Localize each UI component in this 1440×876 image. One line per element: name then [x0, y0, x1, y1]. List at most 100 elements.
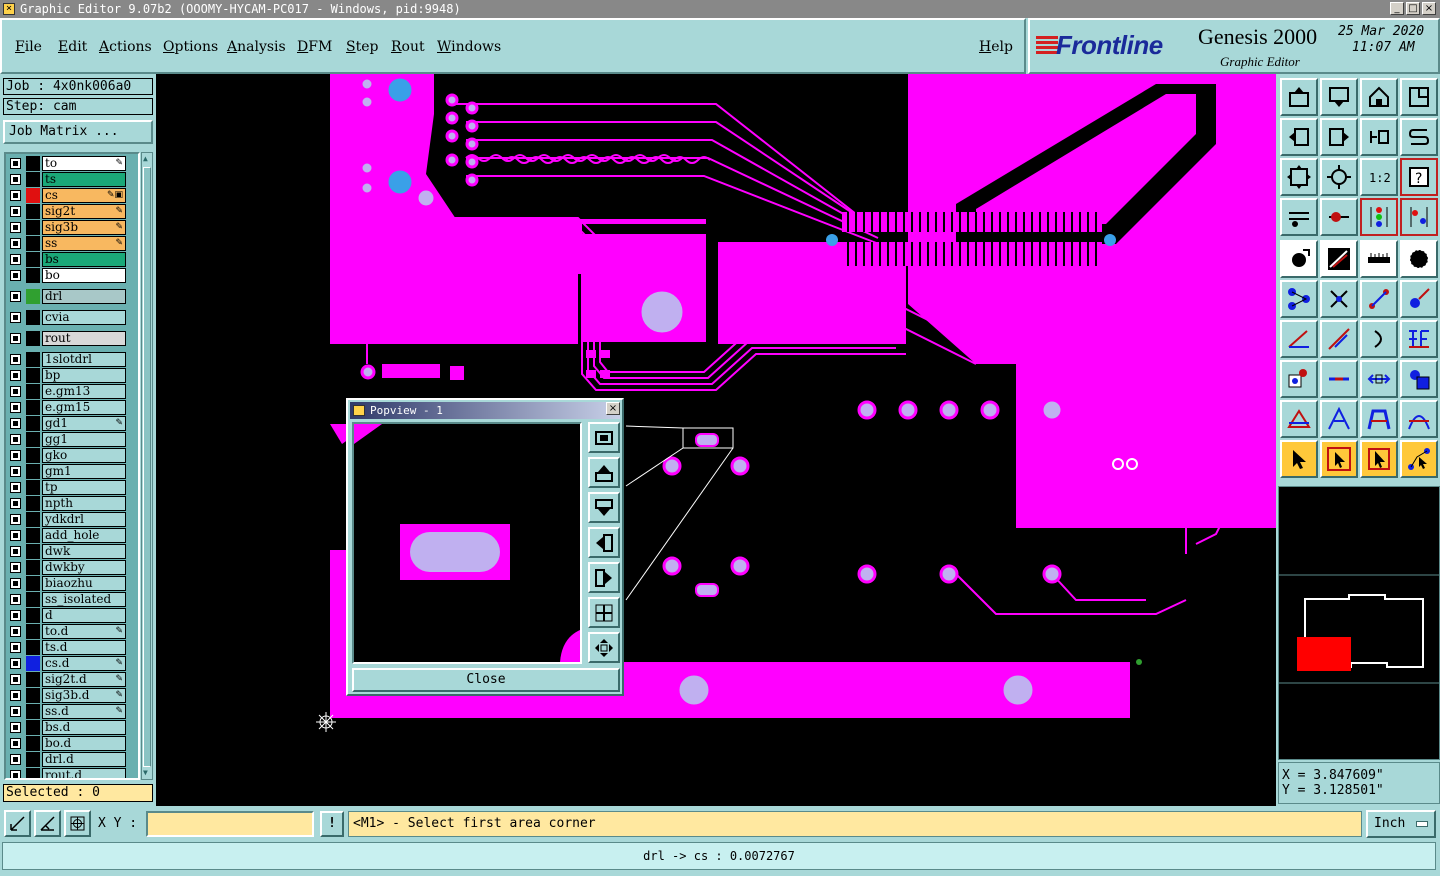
layer-name[interactable]: rout	[42, 331, 126, 346]
layer-color-swatch[interactable]	[26, 416, 40, 431]
layer-row[interactable]: tp	[8, 480, 138, 495]
layer-list-scrollbar[interactable]: ▲ ▼	[141, 152, 153, 780]
layer-row[interactable]: d	[8, 608, 138, 623]
popview-zoom-in-button[interactable]	[588, 597, 620, 628]
layer-row[interactable]: bs.d	[8, 720, 138, 735]
layer-name[interactable]: d	[42, 608, 126, 623]
layer-color-swatch[interactable]	[26, 528, 40, 543]
layer-color-swatch[interactable]	[26, 624, 40, 639]
layer-name[interactable]: cs ✎▣	[42, 188, 126, 203]
maximize-button[interactable]: □	[1406, 2, 1420, 15]
layer-row[interactable]: drl	[8, 289, 138, 304]
layer-color-swatch[interactable]	[26, 720, 40, 735]
layer-row[interactable]: ydkdrl	[8, 512, 138, 527]
zoom-home-tool[interactable]	[1320, 158, 1358, 196]
layer-color-swatch[interactable]	[26, 188, 40, 203]
layer-name[interactable]: dwk	[42, 544, 126, 559]
layer-row[interactable]: to ✎	[8, 156, 138, 171]
popview-zoom-fit-button[interactable]	[588, 422, 620, 453]
menu-step[interactable]: Step	[346, 39, 378, 55]
layer-checkbox[interactable]	[10, 291, 21, 302]
layer-name[interactable]: sig3b.d ✎	[42, 688, 126, 703]
layer-checkbox[interactable]	[10, 312, 21, 323]
triangle-tool[interactable]	[1280, 400, 1318, 438]
layer-checkbox[interactable]	[10, 754, 21, 765]
layer-color-swatch[interactable]	[26, 252, 40, 267]
layer-color-swatch[interactable]	[26, 331, 40, 346]
layer-color-swatch[interactable]	[26, 448, 40, 463]
layer-name[interactable]: ts.d	[42, 640, 126, 655]
layer-color-swatch[interactable]	[26, 220, 40, 235]
snap-grid-button[interactable]	[4, 810, 31, 837]
layer-name[interactable]: dwkby	[42, 560, 126, 575]
layer-name[interactable]: ss.d ✎	[42, 704, 126, 719]
layer-checkbox[interactable]	[10, 610, 21, 621]
layer-name[interactable]: to ✎	[42, 156, 126, 171]
layer-name[interactable]: npth	[42, 496, 126, 511]
query-tool[interactable]: ?	[1400, 158, 1438, 196]
select-polygon-tool[interactable]	[1360, 440, 1398, 478]
redraw-tool[interactable]	[1400, 118, 1438, 156]
layer-color-swatch[interactable]	[26, 736, 40, 751]
layer-row[interactable]: drl.d	[8, 752, 138, 767]
layer-checkbox[interactable]	[10, 402, 21, 413]
scroll-up-icon[interactable]: ▲	[143, 154, 151, 164]
prompt-toggle-button[interactable]: !	[320, 811, 344, 837]
scroll-down-icon[interactable]: ▼	[143, 768, 151, 778]
arc-tool[interactable]	[1360, 320, 1398, 358]
menu-file[interactable]: File	[15, 39, 42, 55]
feature-select-tool[interactable]	[1280, 240, 1318, 278]
layer-checkbox[interactable]	[10, 333, 21, 344]
layer-name[interactable]: sig2t ✎	[42, 204, 126, 219]
view-top-button[interactable]	[1280, 78, 1318, 116]
layer-name[interactable]: rout.d	[42, 768, 126, 778]
layer-color-swatch[interactable]	[26, 512, 40, 527]
layer-color-swatch[interactable]	[26, 310, 40, 325]
outline-tool[interactable]	[1400, 400, 1438, 438]
measure-tool[interactable]	[1280, 198, 1318, 236]
layer-name[interactable]: bp	[42, 368, 126, 383]
zoom-one-to-one-tool[interactable]: 1:2	[1360, 158, 1398, 196]
layer-row[interactable]: dwkby	[8, 560, 138, 575]
probe-tool[interactable]	[1320, 198, 1358, 236]
layer-row[interactable]: rout.d	[8, 768, 138, 778]
layer-row[interactable]: ss_isolated	[8, 592, 138, 607]
layer-name[interactable]: ss ✎	[42, 236, 126, 251]
layer-color-swatch[interactable]	[26, 236, 40, 251]
layer-row[interactable]: biaozhu	[8, 576, 138, 591]
text-tool[interactable]	[1400, 320, 1438, 358]
layer-name[interactable]: add_hole	[42, 528, 126, 543]
layer-checkbox[interactable]	[10, 642, 21, 653]
layer-row[interactable]: cs.d ✎	[8, 656, 138, 671]
surface-tool[interactable]	[1360, 400, 1398, 438]
layer-name[interactable]: to.d ✎	[42, 624, 126, 639]
units-select[interactable]: Inch	[1366, 810, 1436, 838]
layer-row[interactable]: e.gm13	[8, 384, 138, 399]
layer-name[interactable]: drl	[42, 289, 126, 304]
zoom-fit-tool[interactable]	[1280, 158, 1318, 196]
view-bottom-button[interactable]	[1320, 78, 1358, 116]
copy-tool[interactable]	[1280, 360, 1318, 398]
layer-checkbox[interactable]	[10, 770, 21, 778]
stretch-tool[interactable]	[1320, 360, 1358, 398]
minimize-button[interactable]: _	[1390, 2, 1404, 15]
select-area-tool[interactable]	[1320, 440, 1358, 478]
cross-tool[interactable]	[1320, 280, 1358, 318]
resize-tool[interactable]	[1360, 360, 1398, 398]
layer-name[interactable]: biaozhu	[42, 576, 126, 591]
display-options-tool[interactable]	[1400, 198, 1438, 236]
layer-color-swatch[interactable]	[26, 672, 40, 687]
layer-name[interactable]: ss_isolated	[42, 592, 126, 607]
layer-checkbox[interactable]	[10, 206, 21, 217]
popview-close-icon[interactable]: ×	[606, 402, 620, 415]
popview-pan-right-button[interactable]	[588, 562, 620, 593]
layer-checkbox[interactable]	[10, 562, 21, 573]
layer-color-swatch[interactable]	[26, 592, 40, 607]
layer-color-swatch[interactable]	[26, 752, 40, 767]
layer-checkbox[interactable]	[10, 482, 21, 493]
layer-checkbox[interactable]	[10, 450, 21, 461]
layer-checkbox[interactable]	[10, 706, 21, 717]
layer-checkbox[interactable]	[10, 254, 21, 265]
xy-input[interactable]	[146, 811, 314, 837]
scroll-thumb[interactable]	[143, 167, 151, 767]
